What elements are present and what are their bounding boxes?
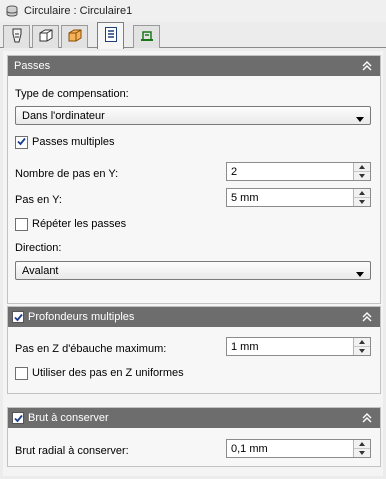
y-steps-value: 2 [231, 166, 238, 178]
collapse-chevron-icon[interactable] [360, 411, 374, 425]
spin-up-button[interactable] [354, 163, 370, 172]
tab-tool[interactable] [3, 25, 30, 48]
spinner [353, 338, 370, 355]
spin-up-button[interactable] [354, 440, 370, 449]
uniform-z-steps-checkbox[interactable] [15, 367, 28, 380]
spinner [353, 189, 370, 206]
y-step-label: Pas en Y: [15, 194, 62, 206]
y-steps-input[interactable]: 2 [226, 162, 371, 181]
stock-to-leave-section: Brut à conserver Brut radial à conserver… [7, 407, 381, 467]
repeat-passes-label: Répéter les passes [32, 218, 127, 230]
tab-strip [0, 22, 386, 49]
heights-icon [67, 28, 83, 46]
passes-section: Passes Type de compensation: Dans l'ordi… [7, 55, 381, 304]
spin-down-button[interactable] [354, 449, 370, 457]
repeat-passes-checkbox[interactable] [15, 218, 28, 231]
operation-icon [5, 4, 19, 18]
multiple-depths-header[interactable]: Profondeurs multiples [8, 307, 380, 327]
chevron-down-icon [356, 113, 364, 125]
multiple-passes-checkbox[interactable] [15, 136, 28, 149]
stock-to-leave-header[interactable]: Brut à conserver [8, 408, 380, 428]
multiple-depths-section: Profondeurs multiples Pas en Z d'ébauche… [7, 306, 381, 394]
properties-panel: Passes Type de compensation: Dans l'ordi… [3, 51, 383, 476]
compensation-dropdown[interactable]: Dans l'ordinateur [15, 106, 371, 125]
max-z-step-input[interactable]: 1 mm [226, 337, 371, 356]
spin-down-button[interactable] [354, 172, 370, 180]
direction-label: Direction: [15, 242, 62, 254]
passes-header[interactable]: Passes [8, 56, 380, 76]
spinner [353, 163, 370, 180]
multiple-depths-checkbox[interactable] [12, 311, 24, 323]
max-z-step-value: 1 mm [231, 341, 259, 353]
linking-icon [139, 28, 155, 46]
tab-linking[interactable] [133, 25, 160, 48]
passes-icon [104, 26, 118, 46]
radial-stock-input[interactable]: 0,1 mm [226, 439, 371, 458]
chevron-down-icon [356, 268, 364, 280]
direction-dropdown[interactable]: Avalant [15, 261, 371, 280]
passes-header-label: Passes [14, 60, 51, 72]
compensation-value: Dans l'ordinateur [22, 109, 105, 122]
y-steps-label: Nombre de pas en Y: [15, 168, 119, 180]
stock-box-icon [38, 28, 54, 46]
y-step-value: 5 mm [231, 192, 259, 204]
multiple-depths-header-label: Profondeurs multiples [28, 311, 135, 323]
title-bar: Circulaire : Circulaire1 [0, 0, 386, 22]
check-icon [17, 137, 26, 149]
radial-stock-value: 0,1 mm [231, 443, 268, 455]
window-title: Circulaire : Circulaire1 [24, 5, 133, 17]
max-z-step-label: Pas en Z d'ébauche maximum: [15, 343, 167, 355]
tool-icon [10, 28, 24, 47]
collapse-chevron-icon[interactable] [360, 59, 374, 73]
multiple-passes-label: Passes multiples [32, 136, 115, 148]
compensation-label: Type de compensation: [15, 88, 129, 100]
stock-to-leave-checkbox[interactable] [12, 412, 24, 424]
tab-heights[interactable] [61, 25, 88, 48]
spinner [353, 440, 370, 457]
tab-passes[interactable] [97, 22, 124, 49]
stock-to-leave-header-label: Brut à conserver [28, 412, 109, 424]
collapse-chevron-icon[interactable] [360, 310, 374, 324]
spin-down-button[interactable] [354, 198, 370, 206]
spin-down-button[interactable] [354, 347, 370, 355]
uniform-z-steps-label: Utiliser des pas en Z uniformes [32, 367, 184, 379]
direction-value: Avalant [22, 264, 59, 277]
tab-geometry[interactable] [32, 25, 59, 48]
y-step-input[interactable]: 5 mm [226, 188, 371, 207]
spin-up-button[interactable] [354, 338, 370, 347]
radial-stock-label: Brut radial à conserver: [15, 445, 129, 457]
spin-up-button[interactable] [354, 189, 370, 198]
